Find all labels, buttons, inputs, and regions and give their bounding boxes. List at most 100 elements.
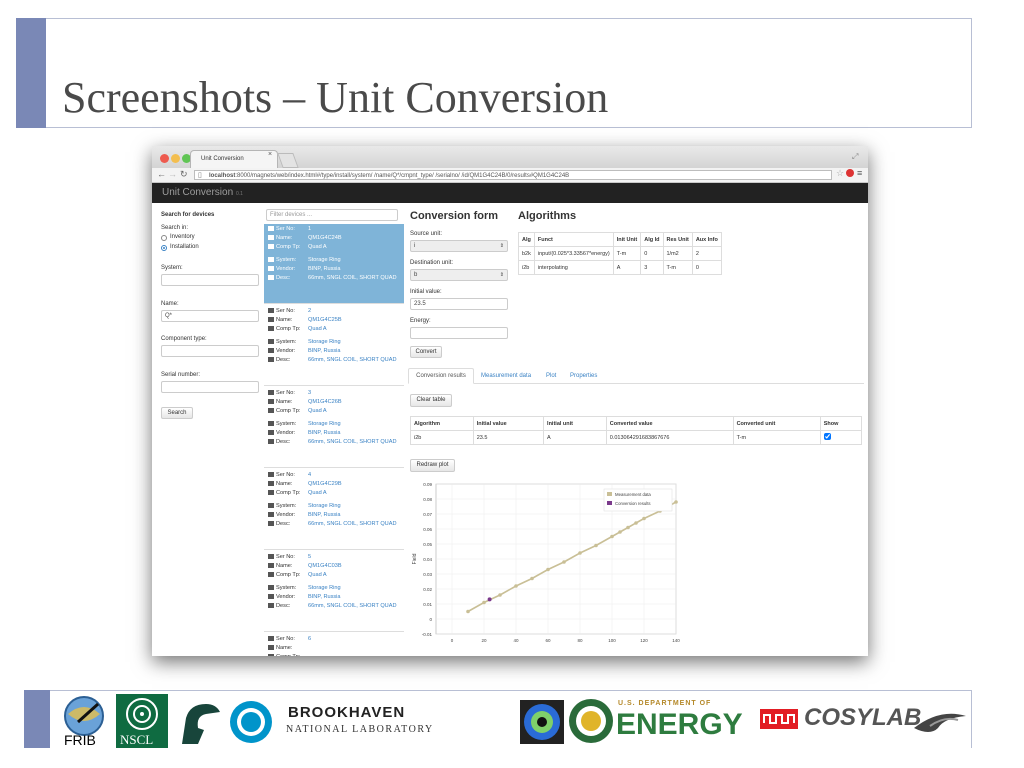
- minimize-window-icon[interactable]: [171, 154, 180, 163]
- energy-input[interactable]: [410, 327, 508, 339]
- component-type-input[interactable]: [161, 345, 259, 357]
- device-field-value: BINP, Russia: [308, 348, 341, 354]
- fullscreen-icon[interactable]: ⤢: [852, 152, 858, 162]
- device-field-value: 3: [308, 390, 312, 396]
- bookmark-star-icon[interactable]: ☆: [836, 168, 844, 179]
- footer-accent-bar: [24, 690, 50, 748]
- device-list-item[interactable]: Ser No: 1 Name: QM1G4C24B Comp Tp: Quad A Syst…: [264, 224, 404, 304]
- table-row[interactable]: i2b interpolating A 3 T-m 0: [518, 260, 722, 275]
- device-field-key: Vendor:: [276, 430, 296, 436]
- algorithms-table: Alg Funct Init Unit Alg Id Res Unit Aux Info b…: [518, 232, 722, 275]
- close-window-icon[interactable]: [160, 154, 169, 163]
- table-cell: i2b: [410, 430, 474, 445]
- measurement-point: [674, 500, 678, 504]
- tag-icon: [268, 481, 274, 487]
- destination-unit-select[interactable]: b ⇕: [410, 269, 508, 281]
- back-icon[interactable]: ←: [157, 169, 166, 179]
- device-list-item[interactable]: Ser No: 4 Name: QM1G4C29B Comp Tp: Quad A Syst…: [264, 470, 404, 550]
- device-list-item[interactable]: Ser No: 3 Name: QM1G4C26B Comp Tp: Quad A Syst…: [264, 388, 404, 468]
- device-field-key: Ser No:: [276, 554, 295, 560]
- device-field-key: System:: [276, 421, 297, 427]
- table-cell: i2b: [518, 260, 535, 275]
- device-list-item[interactable]: Ser No: 2 Name: QM1G4C25B Comp Tp: Quad A Syst…: [264, 306, 404, 386]
- device-field-value: BINP, Russia: [308, 594, 341, 600]
- cog-icon: [268, 421, 274, 427]
- device-field-value: 4: [308, 472, 312, 478]
- table-row[interactable]: b2k input/(0.025*3.33567*energy) T-m 0 1/m2 2: [518, 246, 722, 261]
- device-field-system: System: Storage Ring: [268, 339, 404, 345]
- serial-number-input[interactable]: [161, 381, 259, 393]
- device-field-name: Name: QM1G4C25B: [268, 317, 404, 323]
- device-field-comp: Comp Tp: Quad A: [268, 244, 404, 250]
- show-checkbox[interactable]: [823, 433, 831, 440]
- device-field-key: Desc:: [276, 275, 291, 281]
- device-field-system: System: Storage Ring: [268, 421, 404, 427]
- x-tick-label: 20: [481, 638, 487, 643]
- device-field-value: 5: [308, 554, 312, 560]
- column-header: Initial value: [472, 416, 545, 431]
- search-heading: Search for devices: [161, 212, 215, 218]
- barcode-icon: [268, 472, 274, 478]
- energy-label: Energy:: [410, 318, 431, 324]
- new-tab-button[interactable]: [277, 153, 299, 168]
- device-field-value: 1: [308, 226, 312, 232]
- comment-icon: [268, 521, 274, 527]
- system-input[interactable]: [161, 274, 259, 286]
- initial-value-input[interactable]: 23.5: [410, 298, 508, 310]
- device-list-item[interactable]: Ser No: 5 Name: QM1G4C03B Comp Tp: Quad A Syst…: [264, 552, 404, 632]
- app-brand[interactable]: Unit Conversion 0.1: [162, 187, 243, 198]
- tab-properties[interactable]: Properties: [570, 373, 597, 379]
- table-cell: A: [612, 260, 642, 275]
- slide-accent-bar: [16, 18, 46, 128]
- device-field-comp: Comp Tp:: [268, 654, 404, 656]
- sitemap-icon: [268, 326, 274, 332]
- tab-plot[interactable]: Plot: [546, 373, 556, 379]
- device-field-vendor: Vendor: BINP, Russia: [268, 594, 404, 600]
- device-field-value: Quad A: [308, 490, 327, 496]
- device-field-key: Desc:: [276, 521, 291, 527]
- device-field-key: Comp Tp:: [276, 408, 301, 414]
- source-unit-select[interactable]: i ⇕: [410, 240, 508, 252]
- reload-icon[interactable]: ↻: [180, 169, 188, 180]
- radio-inventory[interactable]: [161, 235, 167, 241]
- tab-conversion-results[interactable]: Conversion results: [408, 368, 474, 384]
- tab-close-icon[interactable]: ×: [268, 151, 272, 158]
- extension-icon[interactable]: [846, 169, 854, 177]
- device-field-value: Storage Ring: [308, 421, 341, 427]
- radio-inventory-label: Inventory: [170, 234, 195, 240]
- radio-installation[interactable]: [161, 245, 167, 251]
- user-icon: [268, 512, 274, 518]
- radio-installation-label: Installation: [170, 244, 199, 250]
- device-field-key: System:: [276, 339, 297, 345]
- tab-measurement-data[interactable]: Measurement data: [481, 373, 531, 379]
- user-icon: [268, 430, 274, 436]
- cog-icon: [268, 257, 274, 263]
- app-title: Unit Conversion: [162, 187, 234, 198]
- clear-table-button[interactable]: Clear table: [410, 394, 452, 407]
- forward-icon[interactable]: →: [168, 169, 177, 179]
- barcode-icon: [268, 390, 274, 396]
- device-list-item[interactable]: Ser No:6Name:Comp Tp:System:Vendor:Desc:: [264, 634, 404, 656]
- redraw-plot-button[interactable]: Redraw plot: [410, 459, 455, 472]
- convert-button[interactable]: Convert: [410, 346, 442, 358]
- select-arrows-icon: ⇕: [499, 243, 504, 249]
- menu-icon[interactable]: ≡: [857, 168, 862, 178]
- search-button[interactable]: Search: [161, 407, 193, 419]
- y-tick-label: 0.02: [423, 587, 432, 592]
- x-tick-label: 60: [545, 638, 551, 643]
- browser-tab[interactable]: Unit Conversion: [190, 150, 278, 168]
- device-field-value: QM1G4C03B: [308, 563, 342, 569]
- device-field-key: Ser No:: [276, 472, 295, 478]
- table-cell: 0: [640, 246, 664, 261]
- filter-devices-input[interactable]: Filter devices ...: [266, 209, 398, 221]
- name-input[interactable]: Q*: [161, 310, 259, 322]
- address-bar[interactable]: ▯ localhost:8000/magnets/web/index.html#…: [194, 170, 832, 180]
- name-label: Name:: [161, 301, 179, 307]
- device-field-value: QM1G4C24B: [308, 235, 342, 241]
- doe-logo-subtext: U.S. DEPARTMENT OF: [618, 700, 712, 707]
- device-field-value: Quad A: [308, 244, 327, 250]
- table-cell: T-m: [732, 430, 821, 445]
- device-field-key: Ser No:: [276, 390, 295, 396]
- comment-icon: [268, 275, 274, 281]
- y-tick-label: 0.04: [423, 557, 432, 562]
